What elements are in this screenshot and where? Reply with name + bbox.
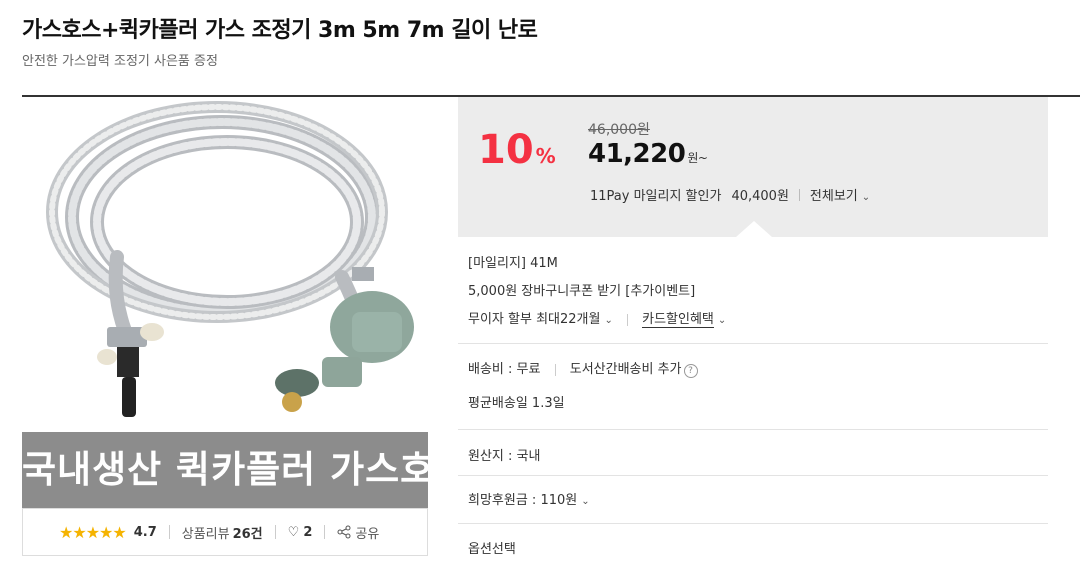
origin-info: 원산지 : 국내 <box>468 449 541 464</box>
pay-amount: 40,400원 <box>731 189 789 204</box>
price-box: 10% 46,000원 41,220 원~ 11Pay 마일리지 할인가 40,4… <box>458 97 1048 237</box>
review-count: 26건 <box>232 526 263 542</box>
divider <box>168 525 170 539</box>
donation-dropdown[interactable]: 희망후원금 : 110원 ⌄ <box>468 489 590 508</box>
rating-score: 4.7 <box>133 524 157 540</box>
chevron-down-icon: ⌄ <box>581 496 590 507</box>
chevron-down-icon: ⌄ <box>717 315 727 326</box>
shipping-fee: 배송비 : 무료 <box>468 362 541 377</box>
product-banner: 국내생산 퀵카플러 가스호스 <box>22 432 469 508</box>
option-select-label: 옵션선택 <box>468 542 516 557</box>
brass-fitting <box>282 392 302 412</box>
product-subtitle: 안전한 가스압력 조정기 사은품 증정 <box>22 54 218 69</box>
sale-price: 41,220 원~ <box>588 139 708 169</box>
divider <box>626 313 628 326</box>
share-button[interactable]: 공유 <box>337 523 379 542</box>
coupler-nozzle <box>122 377 136 417</box>
review-link[interactable]: 상품리뷰 26건 <box>182 523 263 542</box>
cart-coupon-link[interactable]: 5,000원 장바구니쿠폰 받기 [추가이벤트] <box>468 280 695 299</box>
divider <box>798 188 800 201</box>
divider <box>274 525 276 539</box>
divider <box>554 363 556 376</box>
coupler-body <box>117 347 139 377</box>
section-divider <box>458 429 1048 430</box>
installment-dropdown[interactable]: 무이자 할부 최대22개월 ⌄ <box>468 312 613 327</box>
original-price: 46,000원 <box>588 122 650 138</box>
discount-rate: 10% <box>478 127 556 173</box>
section-divider <box>458 343 1048 344</box>
rating-bar: ★★★★★ 4.7 상품리뷰 26건 ♡ 2 공유 <box>22 508 428 556</box>
section-divider <box>458 523 1048 524</box>
chevron-down-icon: ⌄ <box>604 315 613 326</box>
shipping-row: 배송비 : 무료 도서산간배송비 추가? <box>468 358 698 378</box>
review-label: 상품리뷰 <box>181 526 230 542</box>
gas-hose-illustration <box>46 101 414 417</box>
benefit-row: 무이자 할부 최대22개월 ⌄ 카드할인혜택 ⌄ <box>468 308 727 328</box>
like-button[interactable]: ♡ 2 <box>288 525 313 540</box>
avg-delivery: 평균배송일 1.3일 <box>468 396 565 411</box>
rating-stars: ★★★★★ <box>59 522 127 542</box>
pay-label: 11Pay 마일리지 할인가 <box>590 189 722 204</box>
divider <box>324 525 326 539</box>
view-all-button[interactable]: 전체보기 ⌄ <box>810 185 870 204</box>
remote-shipping-info[interactable]: 도서산간배송비 추가? <box>570 362 698 378</box>
mileage-info: [마일리지] 41M <box>468 256 558 271</box>
price-box-notch <box>736 221 772 237</box>
like-count: 2 <box>303 524 313 540</box>
heart-icon: ♡ <box>287 524 300 540</box>
share-icon <box>337 525 351 539</box>
pay-discount-row: 11Pay 마일리지 할인가 40,400원 전체보기 ⌄ <box>590 185 870 204</box>
share-label: 공유 <box>355 526 380 542</box>
product-title: 가스호스+퀵카플러 가스 조정기 3m 5m 7m 길이 난로 <box>22 18 538 43</box>
help-icon: ? <box>683 364 698 378</box>
section-divider <box>458 475 1048 476</box>
card-discount-dropdown[interactable]: 카드할인혜택 ⌄ <box>642 312 727 328</box>
chevron-down-icon: ⌄ <box>861 192 871 203</box>
